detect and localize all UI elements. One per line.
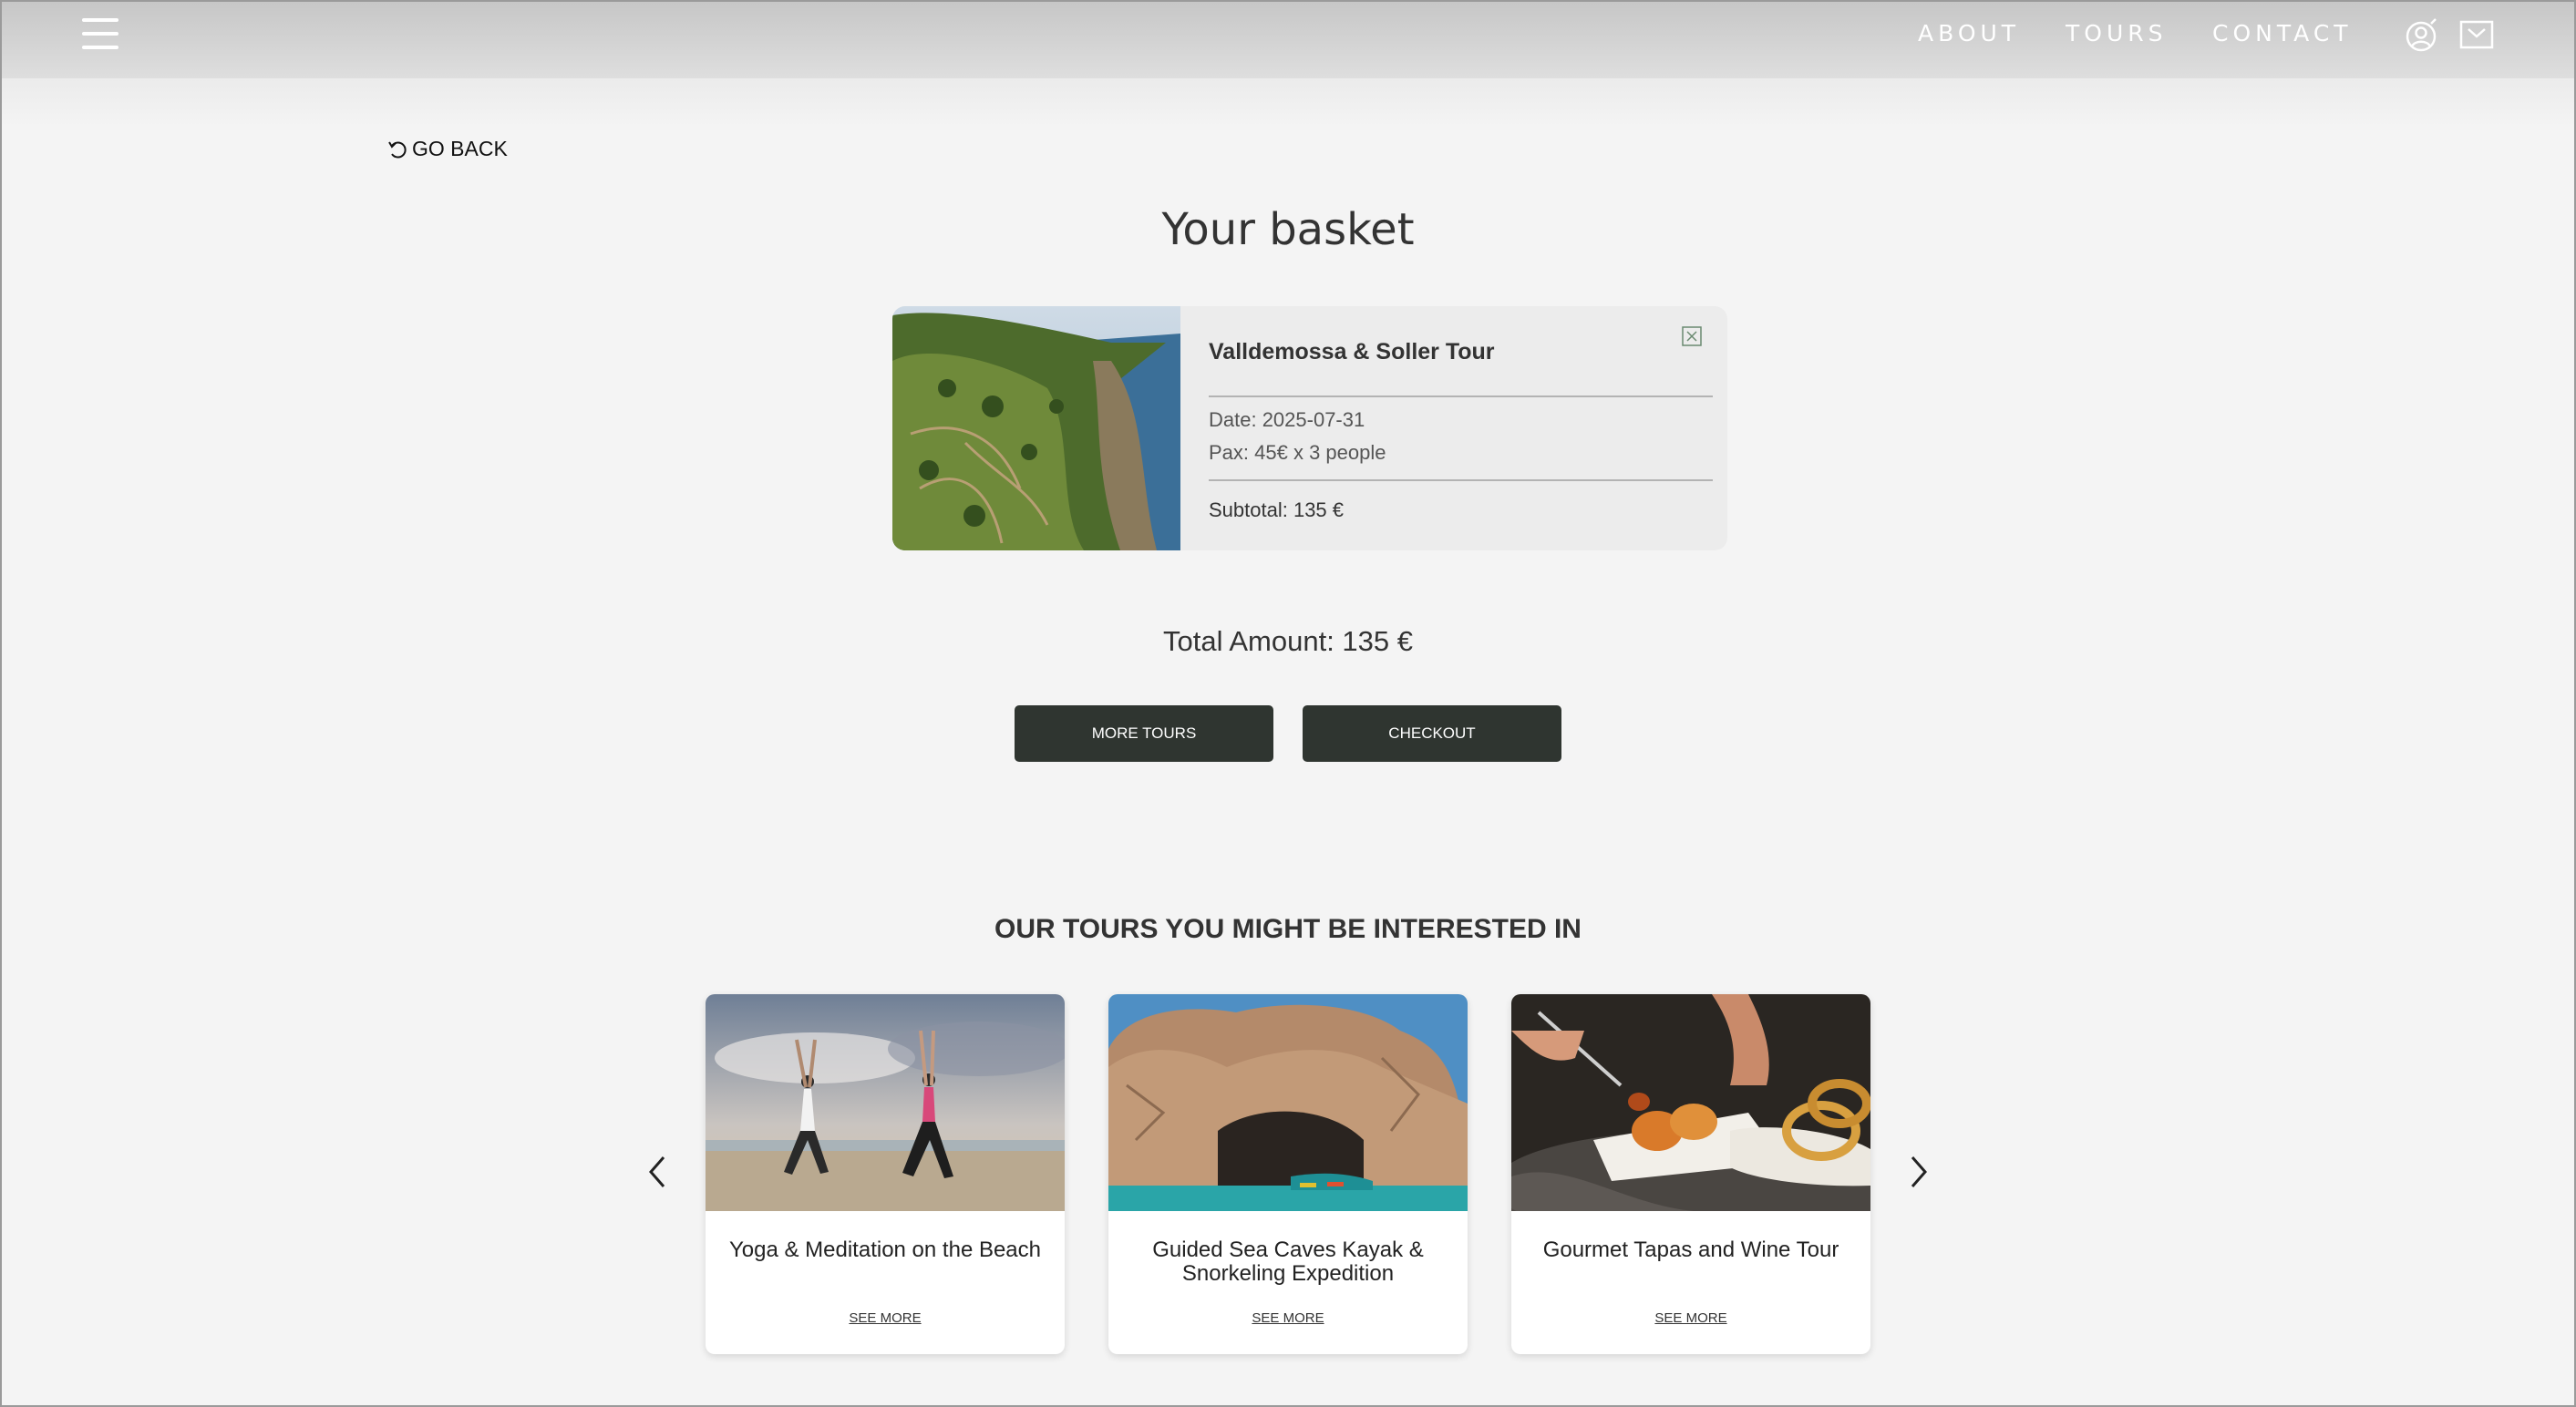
tour-card-yoga[interactable]: Yoga & Meditation on the Beach SEE MORE [706,994,1065,1354]
see-more-link[interactable]: SEE MORE [1511,1310,1870,1326]
checkout-button[interactable]: CHECKOUT [1303,705,1561,762]
tour-card-title: Guided Sea Caves Kayak & Snorkeling Expe… [1152,1238,1424,1286]
nav-contact[interactable]: CONTACT [2212,20,2353,46]
page-title: Your basket [1161,204,1415,255]
divider [1209,479,1713,481]
nav-about[interactable]: ABOUT [1918,20,2020,46]
basket-item-date: Date: 2025-07-31 [1209,408,1365,431]
total-amount: Total Amount: 135 € [1162,625,1414,657]
tour-image [706,994,1065,1211]
go-back-label: GO BACK [412,137,508,160]
see-more-link[interactable]: SEE MORE [706,1310,1065,1326]
basket-item-title: Valldemossa & Soller Tour [1209,339,1495,365]
carousel-next-icon[interactable] [1907,1154,1931,1190]
nav-tours[interactable]: TOURS [2066,20,2168,46]
tour-image [1511,994,1870,1211]
tour-card-title: Yoga & Meditation on the Beach [728,1238,1042,1262]
divider [1209,395,1713,397]
remove-item-icon[interactable] [1682,326,1702,346]
recommended-heading: OUR TOURS YOU MIGHT BE INTERESTED IN [994,914,1582,944]
user-icon[interactable] [2403,16,2441,55]
site-header: ABOUT TOURS CONTACT [0,0,2576,128]
tour-image [892,306,1180,550]
go-back-link[interactable]: GO BACK [386,137,508,161]
more-tours-button[interactable]: MORE TOURS [1015,705,1273,762]
see-more-link[interactable]: SEE MORE [1108,1310,1468,1326]
carousel-prev-icon[interactable] [645,1154,669,1190]
basket-item: Valldemossa & Soller Tour Date: 2025-07-… [892,306,1727,550]
tour-card-title: Gourmet Tapas and Wine Tour [1542,1238,1839,1262]
tour-card-tapas[interactable]: Gourmet Tapas and Wine Tour SEE MORE [1511,994,1870,1354]
cart-icon[interactable] [2458,16,2497,55]
header-divider [0,78,2576,80]
tour-card-kayak[interactable]: Guided Sea Caves Kayak & Snorkeling Expe… [1108,994,1468,1354]
basket-item-subtotal: Subtotal: 135 € [1209,498,1345,521]
tour-image [1108,994,1468,1211]
undo-icon [388,140,407,158]
basket-item-pax: Pax: 45€ x 3 people [1209,441,1386,464]
main-nav: ABOUT TOURS CONTACT [0,20,2576,49]
